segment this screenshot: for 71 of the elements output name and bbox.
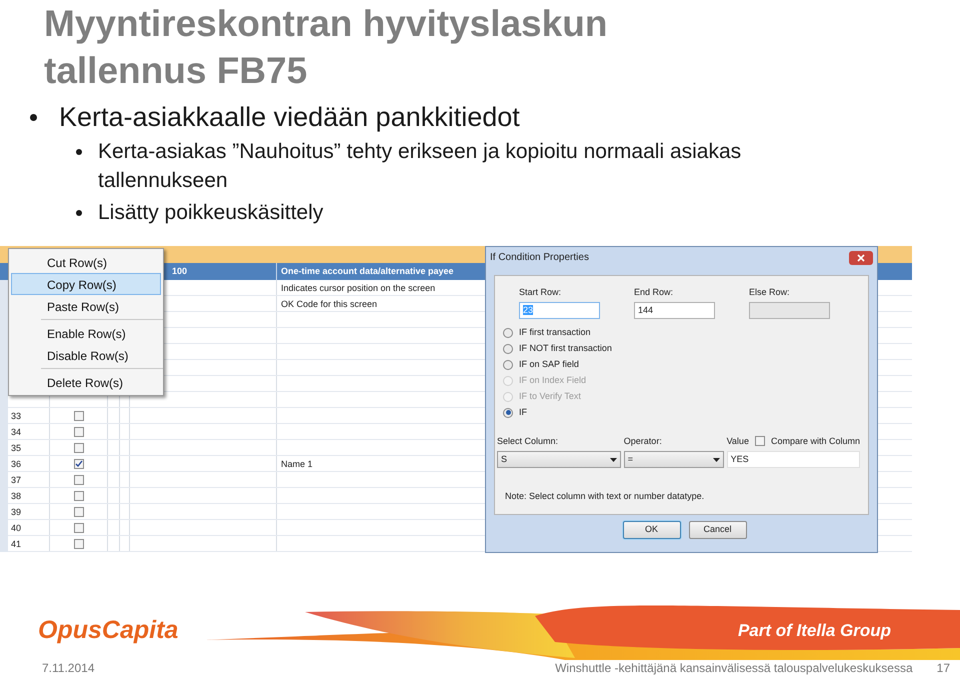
input-field[interactable]: 144 <box>634 302 715 318</box>
menu-item[interactable]: Enable Row(s) <box>11 322 161 344</box>
bullet-icon <box>30 114 37 121</box>
slide-date: 7.11.2014 <box>42 660 94 677</box>
row-checkbox[interactable] <box>74 490 84 500</box>
caret-icon <box>712 458 720 462</box>
row-number: 41 <box>8 536 50 551</box>
operator-dropdown[interactable]: = <box>624 451 724 468</box>
radio-button[interactable] <box>503 328 513 338</box>
field-label: Operator: <box>624 434 663 448</box>
row-checkbox[interactable] <box>74 474 84 484</box>
row-number: 35 <box>8 440 50 455</box>
row-checkbox[interactable] <box>74 442 84 452</box>
dialog-title: If Condition Properties <box>490 251 589 265</box>
caret-icon <box>610 458 617 462</box>
header-cell: 100 <box>168 263 277 280</box>
row-checkbox[interactable] <box>74 538 84 548</box>
bullet-text: Kerta-asiakkaalle viedään pankkitiedot <box>59 101 520 134</box>
row-checkbox[interactable] <box>74 410 84 420</box>
row-number: 34 <box>8 424 50 439</box>
dialog-button[interactable]: Cancel <box>688 521 746 539</box>
bullet-text: Lisätty poikkeuskäsittely <box>98 200 324 226</box>
value-field[interactable]: YES <box>726 451 860 468</box>
menu-item[interactable]: Cut Row(s) <box>11 251 161 273</box>
field-label: Select Column: <box>497 434 560 448</box>
page-number: 17 <box>936 660 950 677</box>
radio-option[interactable]: IF <box>503 404 860 420</box>
column-dropdown[interactable]: S <box>497 451 621 468</box>
radio-button[interactable] <box>503 344 513 354</box>
radio-button[interactable] <box>503 408 513 418</box>
slide-title: Myyntireskontran hyvityslaskun <box>44 2 608 46</box>
row-number: 38 <box>8 488 50 503</box>
description-cell-text: Indicates cursor position on the screen <box>280 282 436 295</box>
check-icon <box>74 460 82 468</box>
description-cell-text: OK Code for this screen <box>280 298 378 311</box>
checkbox-label: Compare with Column <box>770 434 860 448</box>
footer-caption: Winshuttle -kehittäjänä kansainvälisessä talouspalvelukeskuksessa <box>555 660 913 677</box>
bullet-icon <box>76 210 82 216</box>
close-button[interactable] <box>849 250 873 264</box>
row-checkbox[interactable] <box>74 426 84 436</box>
menu-item[interactable]: Delete Row(s) <box>11 371 161 393</box>
bullet-text: Kerta-asiakas ”Nauhoitus” tehty erikseen ja kopioitu normaali asiakas tallennukseen <box>98 139 742 194</box>
close-icon <box>857 254 865 262</box>
note-text: Note: Select column with text or number datatype. <box>504 490 706 503</box>
menu-item[interactable]: Copy Row(s) <box>11 273 161 295</box>
row-number: 40 <box>8 520 50 535</box>
field-label: End Row: <box>634 286 674 299</box>
row-number: 37 <box>8 472 50 487</box>
compare-checkbox[interactable] <box>754 436 765 446</box>
radio-option[interactable]: IF first transaction <box>503 324 860 340</box>
row-number: 33 <box>8 408 50 423</box>
menu-item[interactable]: Paste Row(s) <box>11 295 161 317</box>
field-label: Else Row: <box>749 286 791 299</box>
opuscapita-logo: OpusCapita <box>38 615 178 646</box>
slide-title: tallennus FB75 <box>44 49 308 93</box>
field-label: Value <box>726 434 749 448</box>
radio-option[interactable]: IF NOT first transaction <box>503 340 860 356</box>
radio-button[interactable] <box>503 360 513 370</box>
tagline: Part of Itella Group <box>738 620 891 642</box>
row-checkbox[interactable] <box>74 458 84 468</box>
row-checkbox[interactable] <box>74 506 84 516</box>
header-cell-text: One-time account data/alternative payee <box>280 265 455 278</box>
row-checkbox[interactable] <box>74 522 84 532</box>
radio-option[interactable]: IF on SAP field <box>503 356 860 372</box>
field-label: Start Row: <box>519 286 562 299</box>
bullet-icon <box>76 149 82 155</box>
row-number: 39 <box>8 504 50 519</box>
menu-item[interactable]: Disable Row(s) <box>11 344 161 366</box>
description-cell-text: Name 1 <box>280 458 314 471</box>
row-number: 36 <box>8 456 50 471</box>
dialog-button[interactable]: OK <box>622 521 680 539</box>
